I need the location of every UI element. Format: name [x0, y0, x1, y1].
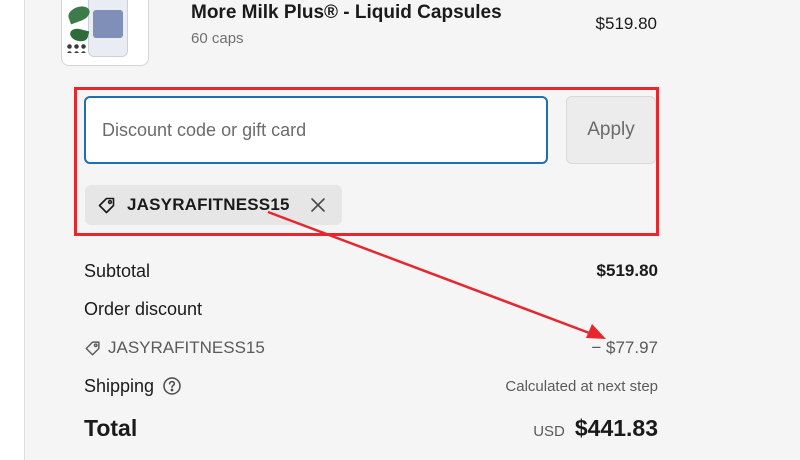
applied-discount-chip: JASYRAFITNESS15	[85, 185, 342, 225]
shipping-label: Shipping	[84, 375, 155, 396]
shipping-value: Calculated at next step	[505, 377, 658, 395]
total-label: Total	[84, 414, 138, 441]
tag-icon	[95, 193, 119, 217]
tag-icon	[84, 339, 102, 357]
order-discount-label: Order discount	[84, 298, 203, 319]
subtotal-value: $519.80	[596, 261, 658, 280]
subtotal-label: Subtotal	[84, 260, 151, 281]
discount-code-label: JASYRAFITNESS15	[108, 338, 265, 357]
product-price: $519.80	[595, 14, 657, 33]
discount-code-input[interactable]	[84, 96, 548, 164]
product-thumbnail	[61, 0, 149, 66]
order-discount-row: Order discount	[84, 296, 658, 322]
product-name: More Milk Plus® - Liquid Capsules	[191, 2, 502, 23]
total-value: $441.83	[574, 414, 658, 441]
shipping-row: Shipping Calculated at next step	[84, 373, 658, 399]
discount-amount: − $77.97	[591, 338, 658, 357]
subtotal-row: Subtotal $519.80	[84, 258, 658, 284]
applied-discount-code: JASYRAFITNESS15	[127, 195, 290, 214]
supplement-bottle-image	[88, 0, 128, 57]
currency-code: USD	[533, 422, 565, 440]
help-icon[interactable]	[162, 376, 182, 396]
product-variant: 60 caps	[191, 30, 244, 47]
close-icon[interactable]	[306, 193, 330, 217]
cart-line-item: More Milk Plus® - Liquid Capsules 60 cap…	[61, 0, 661, 66]
total-row: Total USD $441.83	[84, 412, 658, 444]
apply-button[interactable]: Apply	[566, 96, 656, 164]
discount-code-row: JASYRAFITNESS15 − $77.97	[84, 335, 658, 361]
